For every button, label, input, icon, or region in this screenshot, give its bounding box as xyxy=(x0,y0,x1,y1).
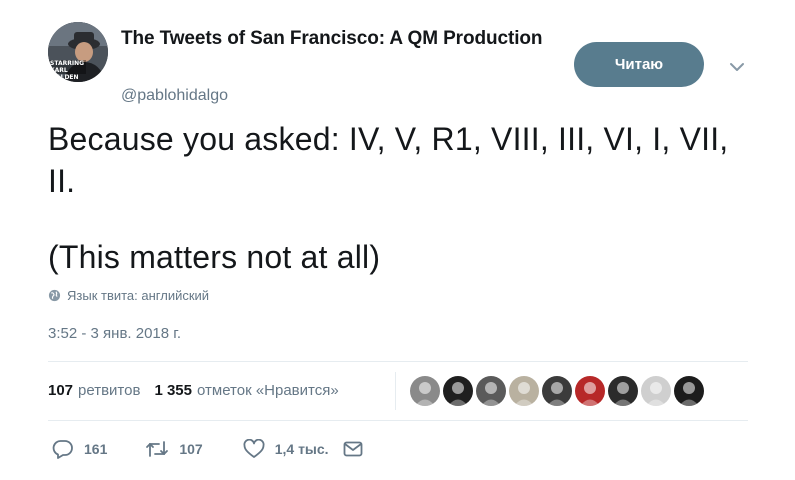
avatar-sign-icon xyxy=(547,382,567,406)
stats-separator xyxy=(395,372,396,410)
tweet-text: Because you asked: IV, V, R1, VIII, III,… xyxy=(48,118,748,278)
avatar-cartoon-face-icon xyxy=(448,382,468,406)
avatar-robot-icon xyxy=(481,382,501,406)
liker-avatar[interactable] xyxy=(641,376,671,406)
liker-avatar[interactable] xyxy=(509,376,539,406)
retweets-stat[interactable]: 107 ретвитов xyxy=(48,382,140,399)
tweet-text-line: Because you asked: IV, V, R1, VIII, III,… xyxy=(48,121,729,157)
retweets-count: 107 xyxy=(48,382,74,399)
like-button[interactable]: 1,4 тыс. xyxy=(243,439,329,459)
avatar-person-icon xyxy=(415,382,435,406)
heart-icon xyxy=(243,439,265,458)
avatar-santa-hat-icon xyxy=(580,382,600,406)
tweet-actions: 161 107 1,4 тыс. xyxy=(52,439,363,459)
tweet-timestamp[interactable]: 3:52 - 3 янв. 2018 г. xyxy=(48,325,181,342)
likes-count: 1 355 xyxy=(154,382,192,399)
liker-avatar[interactable] xyxy=(608,376,638,406)
author-handle[interactable]: @pablohidalgo xyxy=(121,87,228,105)
tweet-language: Язык твита: английский xyxy=(48,288,209,303)
tweet-text-line: II. xyxy=(48,163,76,199)
direct-message-button[interactable] xyxy=(343,440,363,458)
globe-icon xyxy=(48,289,61,302)
liker-avatar[interactable] xyxy=(410,376,440,406)
avatar-caption: STARRING KARL MALDEN xyxy=(50,60,85,81)
envelope-icon xyxy=(343,441,362,457)
divider xyxy=(48,361,748,362)
retweet-count: 107 xyxy=(179,441,203,457)
reply-icon xyxy=(52,440,73,459)
likes-stat[interactable]: 1 355 отметок «Нравится» xyxy=(154,382,338,399)
likes-label: отметок «Нравится» xyxy=(197,382,339,399)
tweet-text-line: (This matters not at all) xyxy=(48,239,381,275)
tweet-language-label: Язык твита: английский xyxy=(67,288,210,303)
tweet-stats: 107 ретвитов 1 355 отметок «Нравится» xyxy=(48,382,353,399)
tweet-menu-caret[interactable] xyxy=(728,58,746,76)
divider xyxy=(48,420,748,421)
like-count: 1,4 тыс. xyxy=(274,441,329,457)
author-display-name[interactable]: The Tweets of San Francisco: A QM Produc… xyxy=(121,28,542,50)
liker-avatar[interactable] xyxy=(443,376,473,406)
reply-button[interactable]: 161 xyxy=(52,439,107,459)
liker-avatar[interactable] xyxy=(476,376,506,406)
liker-avatars xyxy=(410,376,707,406)
retweet-button[interactable]: 107 xyxy=(145,439,203,459)
avatar-dark-icon xyxy=(679,382,699,406)
chevron-down-icon xyxy=(730,63,744,71)
avatar-phone-icon xyxy=(646,382,666,406)
liker-avatar[interactable] xyxy=(542,376,572,406)
tweet-text-gap xyxy=(48,202,748,236)
avatar-person-icon xyxy=(514,382,534,406)
liker-avatar[interactable] xyxy=(674,376,704,406)
avatar-dark-icon xyxy=(613,382,633,406)
retweet-icon xyxy=(146,441,169,457)
following-button[interactable]: Читаю xyxy=(574,42,704,87)
retweets-label: ретвитов xyxy=(78,382,141,399)
reply-count: 161 xyxy=(84,441,108,457)
liker-avatar[interactable] xyxy=(575,376,605,406)
author-avatar[interactable]: STARRING KARL MALDEN xyxy=(48,22,108,82)
